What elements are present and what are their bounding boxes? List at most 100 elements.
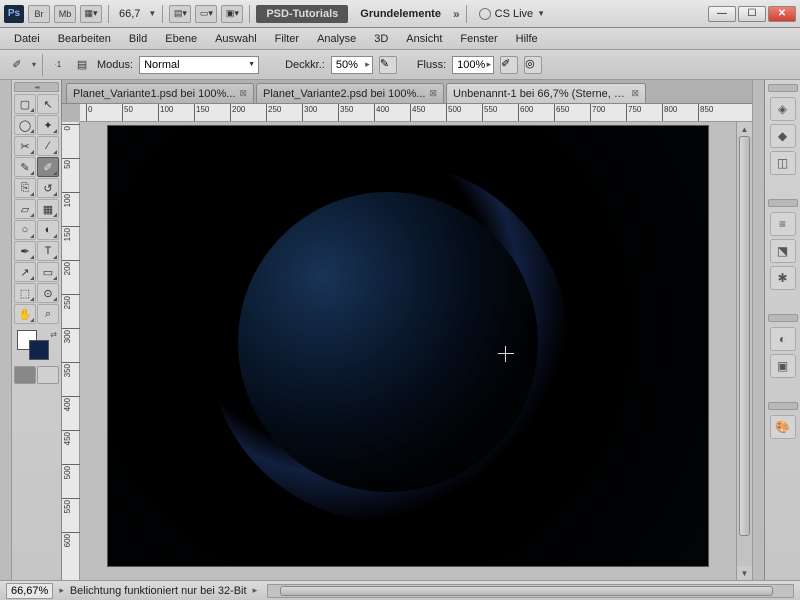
- scroll-thumb[interactable]: [280, 586, 773, 596]
- bevel-icon[interactable]: ▣: [770, 354, 796, 378]
- tool-pen[interactable]: ✒: [14, 241, 36, 261]
- tool-direct[interactable]: ↖: [37, 94, 59, 114]
- swatches-icon[interactable]: 🎨: [770, 415, 796, 439]
- tool-path[interactable]: ↗: [14, 262, 36, 282]
- workspace-psd-tutorials[interactable]: PSD-Tutorials: [256, 5, 348, 23]
- tool-gradient[interactable]: ▦: [37, 199, 59, 219]
- ruler-horizontal[interactable]: 0501001502002503003504004505005506006507…: [80, 104, 752, 122]
- menu-datei[interactable]: Datei: [6, 30, 48, 48]
- scrollbar-vertical[interactable]: ▲ ▼: [736, 122, 752, 580]
- zoom-dropdown-icon[interactable]: ▼: [148, 9, 156, 18]
- brush-panel-toggle[interactable]: ▤: [73, 56, 91, 74]
- tab-unbenannt-1[interactable]: Unbenannt-1 bei 66,7% (Sterne, RGB/8) *⊠: [446, 83, 646, 103]
- panel-dock-header[interactable]: [768, 402, 798, 410]
- menu-bild[interactable]: Bild: [121, 30, 155, 48]
- airbrush-toggle[interactable]: ✐: [500, 56, 518, 74]
- menu-ansicht[interactable]: Ansicht: [398, 30, 450, 48]
- canvas[interactable]: [108, 126, 708, 566]
- tool-heal[interactable]: ✎: [14, 157, 36, 177]
- close-icon[interactable]: ⊠: [239, 88, 247, 99]
- brush-preview[interactable]: ·1: [49, 56, 67, 74]
- zoom-level[interactable]: 66,7: [115, 8, 144, 20]
- tool-3dcam[interactable]: ⊙: [37, 283, 59, 303]
- tool-3d[interactable]: ⬚: [14, 283, 36, 303]
- standard-mode[interactable]: [14, 366, 36, 384]
- scroll-thumb[interactable]: [739, 136, 750, 536]
- close-button[interactable]: ✕: [768, 6, 796, 22]
- status-arrow-icon[interactable]: ▸: [253, 585, 258, 596]
- adjustments-icon[interactable]: ≡: [770, 212, 796, 236]
- minimize-button[interactable]: —: [708, 6, 736, 22]
- opacity-label: Deckkr.:: [285, 59, 325, 71]
- bw-icon[interactable]: ◐: [770, 327, 796, 351]
- tool-eraser[interactable]: ▱: [14, 199, 36, 219]
- panel-dock-header[interactable]: [768, 314, 798, 322]
- tool-crop[interactable]: ✂: [14, 136, 36, 156]
- tab-planet-variante2[interactable]: Planet_Variante2.psd bei 100%...⊠: [256, 83, 444, 103]
- toolbox: ▢↖◯✦✂⁄✎✐⎘↺▱▦○◐✒T↗▭⬚⊙✋⌕ ⇄: [12, 80, 62, 580]
- menu-hilfe[interactable]: Hilfe: [508, 30, 546, 48]
- styles-icon[interactable]: ✱: [770, 266, 796, 290]
- ruler-vertical[interactable]: 050100150200250300350400450500550600: [62, 122, 80, 580]
- minibridge-button[interactable]: Mb: [54, 5, 76, 23]
- status-zoom[interactable]: 66,67%: [6, 583, 53, 599]
- swap-colors-icon[interactable]: ⇄: [50, 330, 57, 339]
- layout-button[interactable]: ▦▾: [80, 5, 102, 23]
- brush-tool-icon[interactable]: ✐: [8, 56, 26, 74]
- tool-brush[interactable]: ✐: [37, 157, 59, 177]
- flow-input[interactable]: 100%: [452, 56, 494, 74]
- arrange-button[interactable]: ▭▾: [195, 5, 217, 23]
- opacity-pressure-toggle[interactable]: ✎: [379, 56, 397, 74]
- background-swatch[interactable]: [29, 340, 49, 360]
- scroll-up-arrow[interactable]: ▲: [737, 122, 752, 136]
- menu-filter[interactable]: Filter: [267, 30, 307, 48]
- panels-collapse-strip[interactable]: [752, 80, 764, 580]
- quickmask-mode[interactable]: [37, 366, 59, 384]
- toolbox-header[interactable]: [14, 82, 59, 92]
- layers-icon[interactable]: ◈: [770, 97, 796, 121]
- menu-fenster[interactable]: Fenster: [452, 30, 505, 48]
- tool-preset-dropdown[interactable]: ▾: [32, 60, 36, 69]
- toolbox-collapse-strip[interactable]: [0, 80, 12, 580]
- tool-blur[interactable]: ○: [14, 220, 36, 240]
- scrollbar-horizontal[interactable]: [267, 584, 794, 598]
- menu-bearbeiten[interactable]: Bearbeiten: [50, 30, 119, 48]
- tool-eyedrop[interactable]: ⁄: [37, 136, 59, 156]
- workspace-grundelemente[interactable]: Grundelemente: [352, 8, 449, 20]
- options-bar: ✐ ▾ ·1 ▤ Modus: Normal Deckkr.: 50% ✎ Fl…: [0, 50, 800, 80]
- tool-stamp[interactable]: ⎘: [14, 178, 36, 198]
- channels-icon[interactable]: ◆: [770, 124, 796, 148]
- bridge-button[interactable]: Br: [28, 5, 50, 23]
- screen-mode-button[interactable]: ▣▾: [221, 5, 243, 23]
- tool-hand[interactable]: ✋: [14, 304, 36, 324]
- masks-icon[interactable]: ⬔: [770, 239, 796, 263]
- tool-lasso[interactable]: ◯: [14, 115, 36, 135]
- tool-history[interactable]: ↺: [37, 178, 59, 198]
- menu-3d[interactable]: 3D: [366, 30, 396, 48]
- tab-planet-variante1[interactable]: Planet_Variante1.psd bei 100%...⊠: [66, 83, 254, 103]
- cs-live-button[interactable]: CS Live ▼: [479, 8, 545, 20]
- scroll-down-arrow[interactable]: ▼: [737, 566, 752, 580]
- mode-select[interactable]: Normal: [139, 56, 259, 74]
- tool-type[interactable]: T: [37, 241, 59, 261]
- maximize-button[interactable]: ☐: [738, 6, 766, 22]
- paths-icon[interactable]: ◫: [770, 151, 796, 175]
- tool-shape[interactable]: ▭: [37, 262, 59, 282]
- tablet-pressure-toggle[interactable]: ◎: [524, 56, 542, 74]
- tool-move[interactable]: ▢: [14, 94, 36, 114]
- panel-dock-header[interactable]: [768, 84, 798, 92]
- status-menu-icon[interactable]: ▸: [59, 585, 64, 596]
- opacity-input[interactable]: 50%: [331, 56, 373, 74]
- tool-dodge[interactable]: ◐: [37, 220, 59, 240]
- view-extras-button[interactable]: ▤▾: [169, 5, 191, 23]
- menu-analyse[interactable]: Analyse: [309, 30, 364, 48]
- workspace-more-icon[interactable]: »: [453, 7, 460, 21]
- menu-ebene[interactable]: Ebene: [157, 30, 205, 48]
- close-icon[interactable]: ⊠: [429, 88, 437, 99]
- flow-label: Fluss:: [417, 59, 446, 71]
- close-icon[interactable]: ⊠: [631, 88, 639, 99]
- tool-magic[interactable]: ✦: [37, 115, 59, 135]
- panel-dock-header[interactable]: [768, 199, 798, 207]
- tool-zoom[interactable]: ⌕: [37, 304, 59, 324]
- menu-auswahl[interactable]: Auswahl: [207, 30, 265, 48]
